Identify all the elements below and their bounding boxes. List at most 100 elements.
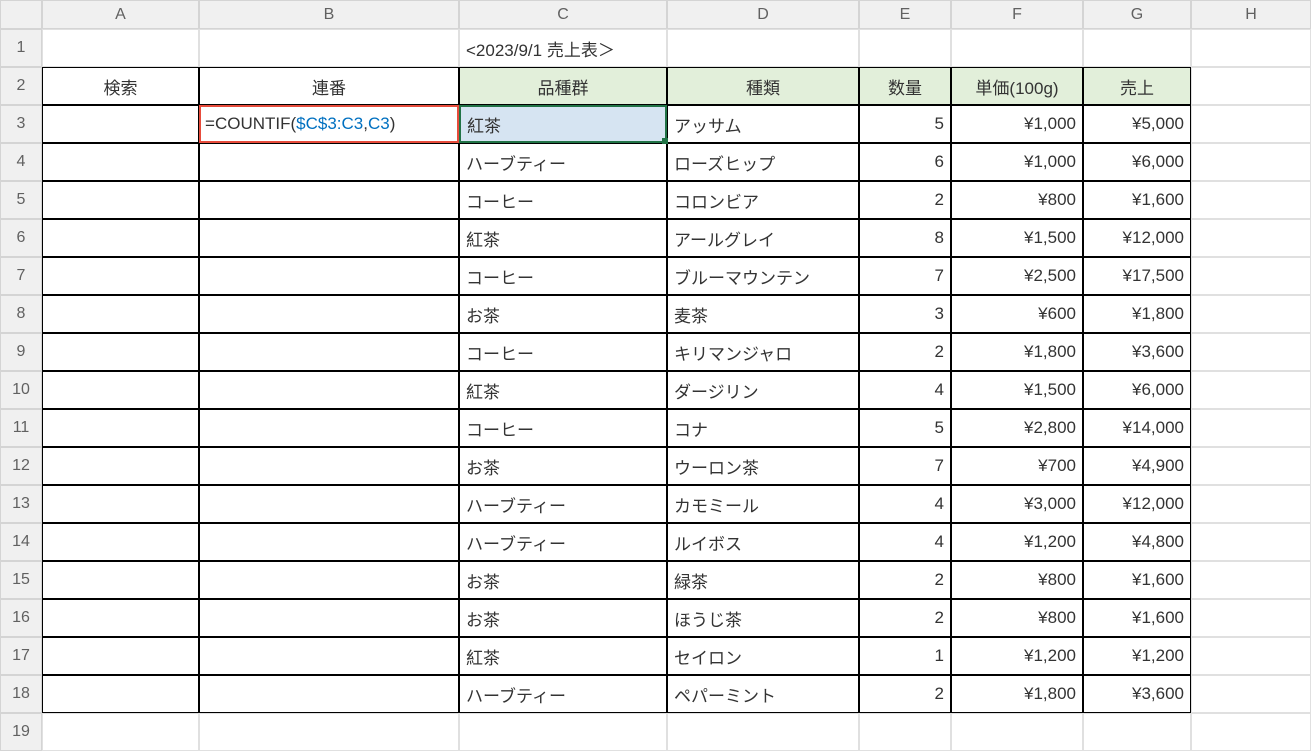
cell-seq[interactable] bbox=[199, 143, 459, 181]
cell-search[interactable] bbox=[42, 523, 199, 561]
cell-search[interactable] bbox=[42, 105, 199, 143]
cell[interactable] bbox=[1191, 143, 1311, 181]
cell-qty[interactable]: 5 bbox=[859, 409, 951, 447]
cell-kind[interactable]: アッサム bbox=[667, 105, 859, 143]
col-header-A[interactable]: A bbox=[42, 0, 199, 29]
cell-group[interactable]: 紅茶 bbox=[459, 637, 667, 675]
cell-group[interactable]: コーヒー bbox=[459, 409, 667, 447]
cell-group[interactable]: ハーブティー bbox=[459, 675, 667, 713]
cell-total[interactable]: ¥3,600 bbox=[1083, 333, 1191, 371]
cell[interactable] bbox=[1191, 257, 1311, 295]
cell-qty[interactable]: 2 bbox=[859, 599, 951, 637]
cell-group[interactable]: コーヒー bbox=[459, 181, 667, 219]
cell-seq[interactable] bbox=[199, 447, 459, 485]
cell-seq[interactable] bbox=[199, 675, 459, 713]
col-header-F[interactable]: F bbox=[951, 0, 1083, 29]
cell-kind[interactable]: 緑茶 bbox=[667, 561, 859, 599]
cell[interactable] bbox=[1191, 637, 1311, 675]
cell[interactable] bbox=[1191, 599, 1311, 637]
corner-cell[interactable] bbox=[0, 0, 42, 29]
cell[interactable] bbox=[1191, 485, 1311, 523]
cell-search[interactable] bbox=[42, 409, 199, 447]
cell-price[interactable]: ¥1,500 bbox=[951, 219, 1083, 257]
cell[interactable] bbox=[1191, 675, 1311, 713]
cell[interactable] bbox=[199, 713, 459, 751]
cell[interactable] bbox=[199, 29, 459, 67]
cell-price[interactable]: ¥1,800 bbox=[951, 675, 1083, 713]
cell-kind[interactable]: ほうじ茶 bbox=[667, 599, 859, 637]
cell[interactable] bbox=[1191, 181, 1311, 219]
cell-kind[interactable]: ブルーマウンテン bbox=[667, 257, 859, 295]
cell-qty[interactable]: 3 bbox=[859, 295, 951, 333]
cell-price[interactable]: ¥600 bbox=[951, 295, 1083, 333]
cell-total[interactable]: ¥17,500 bbox=[1083, 257, 1191, 295]
cell-total[interactable]: ¥6,000 bbox=[1083, 143, 1191, 181]
cell-group[interactable]: コーヒー bbox=[459, 257, 667, 295]
cell-price[interactable]: ¥1,200 bbox=[951, 523, 1083, 561]
cell-group[interactable]: お茶 bbox=[459, 561, 667, 599]
cell-total[interactable]: ¥12,000 bbox=[1083, 485, 1191, 523]
cell-qty[interactable]: 7 bbox=[859, 447, 951, 485]
cell-price[interactable]: ¥1,500 bbox=[951, 371, 1083, 409]
cell[interactable] bbox=[951, 29, 1083, 67]
cell-total[interactable]: ¥6,000 bbox=[1083, 371, 1191, 409]
cell-kind[interactable]: コロンビア bbox=[667, 181, 859, 219]
cell-group[interactable]: 紅茶 bbox=[459, 105, 667, 143]
cell-seq[interactable] bbox=[199, 599, 459, 637]
cell[interactable] bbox=[1191, 295, 1311, 333]
cell-search[interactable] bbox=[42, 257, 199, 295]
cell-price[interactable]: ¥2,800 bbox=[951, 409, 1083, 447]
cell-kind[interactable]: 麦茶 bbox=[667, 295, 859, 333]
cell-qty[interactable]: 2 bbox=[859, 675, 951, 713]
cell[interactable] bbox=[1191, 67, 1311, 105]
cell-group[interactable]: ハーブティー bbox=[459, 143, 667, 181]
row-header-14[interactable]: 14 bbox=[0, 523, 42, 561]
cell[interactable] bbox=[859, 29, 951, 67]
cell[interactable] bbox=[667, 29, 859, 67]
cell-price[interactable]: ¥700 bbox=[951, 447, 1083, 485]
cell-total[interactable]: ¥1,200 bbox=[1083, 637, 1191, 675]
row-header-16[interactable]: 16 bbox=[0, 599, 42, 637]
spreadsheet-grid[interactable]: ABCDEFGH1<2023/9/1 売上表＞2検索連番品種群種類数量単価(10… bbox=[0, 0, 1311, 751]
cell-price[interactable]: ¥1,200 bbox=[951, 637, 1083, 675]
cell[interactable] bbox=[459, 713, 667, 751]
cell-seq[interactable] bbox=[199, 523, 459, 561]
col-header-H[interactable]: H bbox=[1191, 0, 1311, 29]
row-header-4[interactable]: 4 bbox=[0, 143, 42, 181]
cell-price[interactable]: ¥1,800 bbox=[951, 333, 1083, 371]
col-header-C[interactable]: C bbox=[459, 0, 667, 29]
row-header-1[interactable]: 1 bbox=[0, 29, 42, 67]
cell-total[interactable]: ¥1,600 bbox=[1083, 561, 1191, 599]
cell-price[interactable]: ¥800 bbox=[951, 561, 1083, 599]
cell-qty[interactable]: 2 bbox=[859, 333, 951, 371]
row-header-10[interactable]: 10 bbox=[0, 371, 42, 409]
col-header-B[interactable]: B bbox=[199, 0, 459, 29]
cell-search[interactable] bbox=[42, 485, 199, 523]
cell-group[interactable]: 紅茶 bbox=[459, 371, 667, 409]
cell-search[interactable] bbox=[42, 295, 199, 333]
cell-search[interactable] bbox=[42, 599, 199, 637]
cell[interactable] bbox=[1191, 447, 1311, 485]
cell-group[interactable]: コーヒー bbox=[459, 333, 667, 371]
col-header-G[interactable]: G bbox=[1083, 0, 1191, 29]
cell-qty[interactable]: 8 bbox=[859, 219, 951, 257]
cell[interactable] bbox=[1191, 29, 1311, 67]
cell-price[interactable]: ¥800 bbox=[951, 181, 1083, 219]
cell[interactable] bbox=[1191, 713, 1311, 751]
cell-search[interactable] bbox=[42, 219, 199, 257]
cell-search[interactable] bbox=[42, 561, 199, 599]
cell-total[interactable]: ¥4,800 bbox=[1083, 523, 1191, 561]
row-header-9[interactable]: 9 bbox=[0, 333, 42, 371]
cell-group[interactable]: お茶 bbox=[459, 599, 667, 637]
row-header-15[interactable]: 15 bbox=[0, 561, 42, 599]
cell-total[interactable]: ¥3,600 bbox=[1083, 675, 1191, 713]
row-header-8[interactable]: 8 bbox=[0, 295, 42, 333]
cell-kind[interactable]: ウーロン茶 bbox=[667, 447, 859, 485]
cell-search[interactable] bbox=[42, 143, 199, 181]
cell[interactable] bbox=[951, 713, 1083, 751]
cell-qty[interactable]: 4 bbox=[859, 485, 951, 523]
cell-seq[interactable] bbox=[199, 333, 459, 371]
cell-kind[interactable]: キリマンジャロ bbox=[667, 333, 859, 371]
cell-search[interactable] bbox=[42, 181, 199, 219]
cell-kind[interactable]: アールグレイ bbox=[667, 219, 859, 257]
